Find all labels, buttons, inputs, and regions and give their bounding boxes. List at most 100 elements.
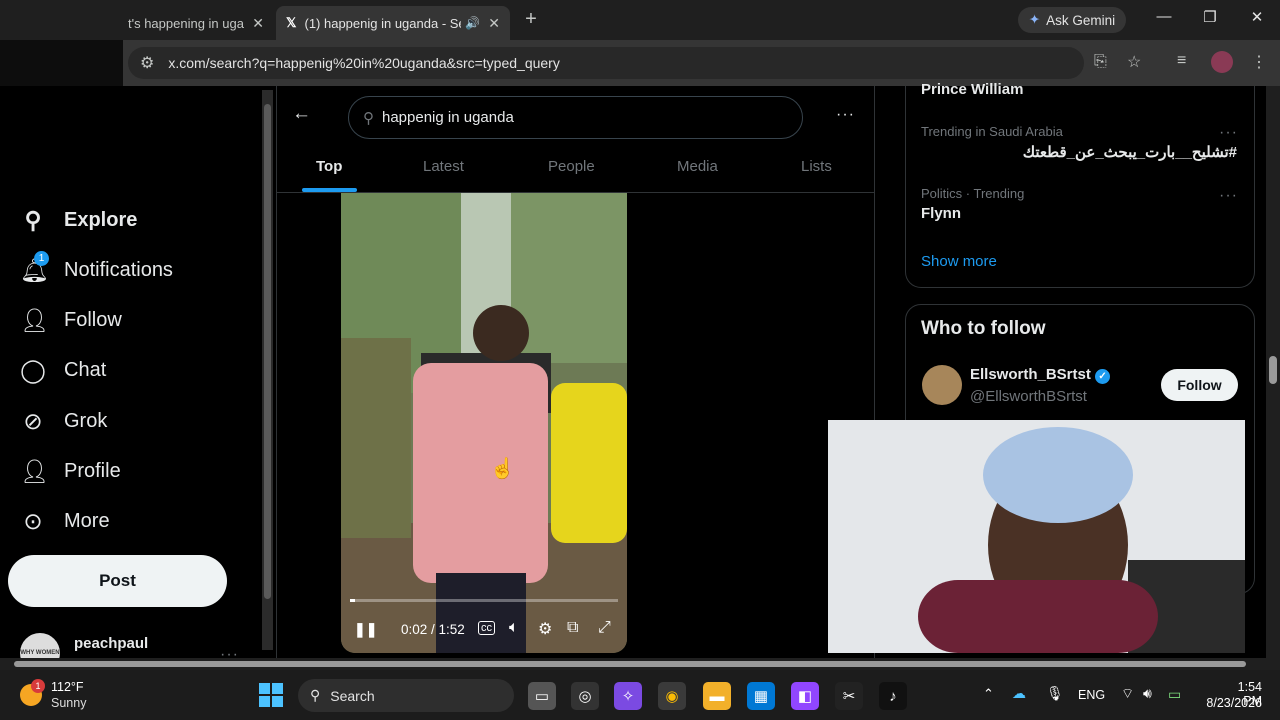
- x-logo-icon: 𝕏: [286, 15, 297, 30]
- webcam-overlay: [828, 420, 1245, 653]
- tab-2-active[interactable]: 𝕏 (1) happenig in uganda - Se 🔊 ✕: [276, 6, 510, 40]
- wifi-icon[interactable]: ⌔: [1121, 685, 1134, 703]
- tiktok-icon[interactable]: ♪: [879, 682, 907, 710]
- search-icon: ⚲: [363, 109, 374, 127]
- trend-more-icon[interactable]: ···: [1219, 187, 1238, 205]
- star-icon[interactable]: ☆: [1127, 52, 1141, 72]
- start-icon[interactable]: [259, 683, 283, 707]
- search-input[interactable]: ⚲ happenig in uganda: [348, 96, 803, 139]
- pause-icon[interactable]: ❚❚: [354, 621, 377, 638]
- cloud-icon[interactable]: ☁: [1012, 685, 1026, 702]
- video-player[interactable]: [341, 193, 627, 653]
- sidebar-item-label: Grok: [64, 410, 108, 432]
- tab-1-title: t's happening in ugan: [128, 15, 245, 31]
- weather-temp[interactable]: 112°F: [51, 680, 84, 694]
- tab-people[interactable]: People: [548, 158, 595, 175]
- left-scrollbar-thumb[interactable]: [264, 104, 271, 599]
- who-to-follow-heading: Who to follow: [921, 318, 1046, 339]
- sidebar-item-grok[interactable]: ⊘ Grok: [20, 408, 107, 435]
- clock-date[interactable]: 8/23/2026: [1196, 696, 1262, 710]
- close-window-button[interactable]: ✕: [1237, 8, 1277, 26]
- bell-icon: 🔔︎ 1: [20, 251, 50, 283]
- trend-title[interactable]: Flynn: [921, 205, 961, 222]
- tab-1[interactable]: t's happening in ugan ✕: [118, 6, 274, 40]
- volume-icon[interactable]: 🔊︎: [1143, 685, 1152, 702]
- horizontal-scrollbar-thumb[interactable]: [14, 661, 1246, 667]
- follow-button[interactable]: Follow: [1161, 369, 1238, 401]
- minimize-button[interactable]: —: [1144, 8, 1184, 25]
- video-frame: [341, 193, 627, 653]
- grok-icon: ⊘: [23, 408, 43, 434]
- show-more-link[interactable]: Show more: [921, 253, 997, 270]
- app-icon[interactable]: ◎: [571, 682, 599, 710]
- close-icon[interactable]: ✕: [252, 15, 264, 32]
- site-settings-icon[interactable]: ⚙: [140, 53, 154, 73]
- sidebar-item-notifications[interactable]: 🔔︎ 1 Notifications: [20, 251, 173, 284]
- speaker-icon[interactable]: 🔊: [465, 16, 480, 30]
- store-icon[interactable]: ▦: [747, 682, 775, 710]
- sidebar-item-label: More: [64, 510, 110, 532]
- sidebar-item-follow[interactable]: 👤︎ Follow: [20, 307, 122, 334]
- capcut-icon[interactable]: ✂: [835, 682, 863, 710]
- sidebar-item-label: Profile: [64, 460, 121, 482]
- sidebar-item-explore[interactable]: ⚲ Explore: [20, 207, 138, 234]
- chat-icon: ◯: [20, 357, 46, 383]
- video-time: 0:02 / 1:52: [401, 622, 465, 637]
- twitch-icon[interactable]: ◧: [791, 682, 819, 710]
- account-name: peachpaul: [74, 634, 149, 652]
- restore-button[interactable]: ❐: [1190, 8, 1230, 26]
- sidebar-item-chat[interactable]: ◯ Chat: [20, 357, 106, 384]
- copilot-icon[interactable]: ✧: [614, 682, 642, 710]
- tab-lists[interactable]: Lists: [801, 158, 832, 175]
- search-icon: ⚲: [24, 207, 42, 233]
- captions-icon[interactable]: cc: [478, 621, 495, 635]
- omnibox[interactable]: ⚙ x.com/search?q=happenig%20in%20uganda&…: [128, 47, 1084, 79]
- language-indicator[interactable]: ENG: [1078, 688, 1105, 702]
- trend-context: Politics · Trending: [921, 186, 1025, 201]
- taskbar-search-label: Search: [330, 687, 375, 704]
- video-progress-track[interactable]: [350, 599, 618, 602]
- ask-gemini-button[interactable]: ✦ Ask Gemini: [1018, 7, 1126, 33]
- tab-latest[interactable]: Latest: [423, 158, 464, 175]
- settings-gear-icon[interactable]: ⚙: [538, 619, 552, 639]
- chrome-icon[interactable]: ◉: [658, 682, 686, 710]
- search-more-icon[interactable]: ···: [836, 106, 855, 124]
- url-text[interactable]: x.com/search?q=happenig%20in%20uganda&sr…: [168, 55, 560, 71]
- suggested-user-name[interactable]: Ellsworth_BSrtst ✓: [970, 366, 1111, 384]
- trend-title[interactable]: #تشليح__بارت_يبحث_عن_قطعتك: [921, 143, 1237, 161]
- post-button[interactable]: Post: [8, 555, 227, 607]
- close-icon[interactable]: ✕: [488, 15, 500, 32]
- menu-kebab-icon[interactable]: ⋮: [1251, 52, 1267, 72]
- tab-top[interactable]: Top: [316, 158, 342, 175]
- sidebar-item-more[interactable]: ⊙ More: [20, 508, 110, 535]
- tab-media[interactable]: Media: [677, 158, 718, 175]
- webcam-frame: [828, 420, 1245, 653]
- install-app-icon[interactable]: ⎘: [1094, 53, 1107, 71]
- battery-icon[interactable]: ▭: [1168, 686, 1181, 703]
- file-explorer-icon[interactable]: ▬: [703, 682, 731, 710]
- search-query[interactable]: happenig in uganda: [382, 109, 514, 126]
- taskbar-search[interactable]: ⚲ Search: [298, 679, 514, 712]
- microphone-icon[interactable]: 🎙︎: [1046, 685, 1064, 702]
- media-controls-icon[interactable]: ≡: [1177, 52, 1186, 70]
- weather-desc[interactable]: Sunny: [51, 696, 86, 710]
- weather-badge: 1: [31, 679, 45, 693]
- chevron-up-icon[interactable]: ⌃: [983, 686, 994, 702]
- avatar[interactable]: [922, 365, 962, 405]
- sidebar-item-profile[interactable]: 👤︎ Profile: [20, 458, 121, 485]
- pip-icon[interactable]: ⧉: [567, 619, 578, 637]
- sidebar-item-label: Explore: [64, 209, 138, 231]
- sidebar-item-label: Chat: [64, 359, 107, 381]
- task-view-icon[interactable]: ▭: [528, 682, 556, 710]
- page-scrollbar-thumb[interactable]: [1269, 356, 1277, 384]
- fullscreen-icon[interactable]: ⤢: [598, 619, 611, 637]
- profile-avatar-icon[interactable]: [1211, 51, 1233, 73]
- search-icon: ⚲: [310, 687, 321, 703]
- back-arrow-icon[interactable]: ←: [292, 103, 311, 125]
- trend-title[interactable]: Prince William: [921, 81, 1023, 98]
- notification-badge: 1: [34, 251, 49, 266]
- person-plus-icon: 👤︎: [20, 307, 50, 333]
- trend-more-icon[interactable]: ···: [1219, 124, 1238, 142]
- volume-icon[interactable]: 🔈︎: [509, 619, 519, 637]
- new-tab-button[interactable]: +: [520, 8, 542, 31]
